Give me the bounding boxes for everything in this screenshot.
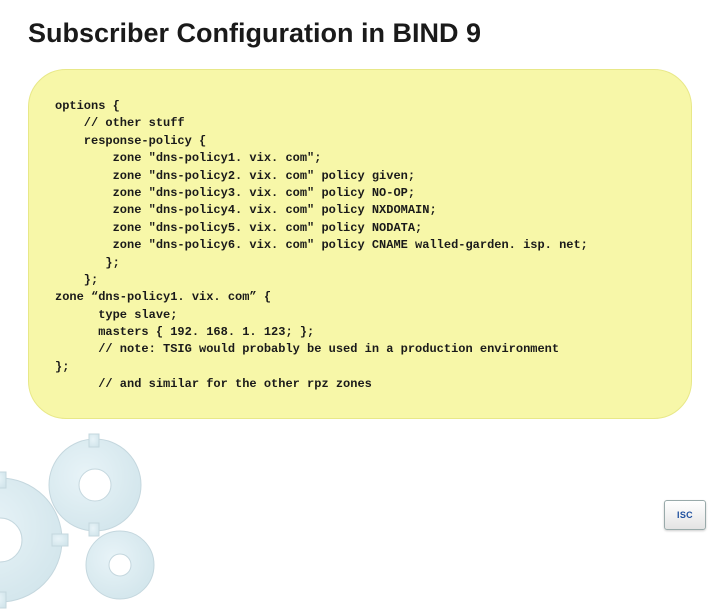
isc-logo: ISC	[664, 500, 706, 530]
config-panel: options { // other stuff response-policy…	[28, 69, 692, 419]
config-code: options { // other stuff response-policy…	[55, 98, 665, 394]
slide-title: Subscriber Configuration in BIND 9	[0, 0, 720, 57]
gears-decoration	[0, 390, 190, 610]
